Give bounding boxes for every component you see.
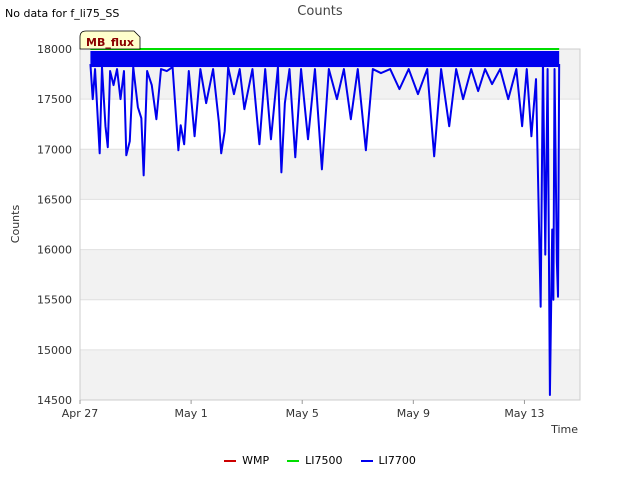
series-band-li7700 xyxy=(90,51,560,68)
background-band xyxy=(80,149,580,200)
legend-label: WMP xyxy=(242,454,270,467)
series-line-li7700 xyxy=(89,58,561,396)
x-tick-labels: Apr 27 May 1 May 5 May 9 May 13 xyxy=(62,400,545,420)
legend-label: LI7700 xyxy=(378,454,416,467)
y-tick-label: 16500 xyxy=(37,193,72,206)
legend-item-li7500: LI7500 xyxy=(287,454,343,467)
y-tick-label: 16000 xyxy=(37,244,72,257)
x-tick-label: Apr 27 xyxy=(62,407,99,420)
legend-swatch xyxy=(360,459,373,462)
y-axis-label: Counts xyxy=(9,205,22,244)
x-tick-label: May 9 xyxy=(397,407,430,420)
annotation-label: MB_flux xyxy=(86,36,134,49)
y-tick-label: 15000 xyxy=(37,344,72,357)
legend-swatch xyxy=(224,459,237,462)
x-axis-label: Time xyxy=(550,423,578,436)
legend-item-wmp: WMP xyxy=(224,454,269,467)
x-tick-label: May 5 xyxy=(286,407,319,420)
annotation-mb-flux: MB_flux xyxy=(79,30,141,50)
background-band xyxy=(80,249,580,300)
legend-label: LI7500 xyxy=(305,454,343,467)
legend: WMP LI7500 LI7700 xyxy=(0,454,640,467)
counts-chart: 14500 15000 15500 16000 16500 17000 17500 18000… xyxy=(9,30,581,436)
y-tick-labels: 14500 15000 15500 16000 16500 17000 17500 18000 xyxy=(37,43,72,407)
legend-swatch xyxy=(287,459,300,462)
y-tick-label: 17500 xyxy=(37,93,72,106)
x-tick-label: May 1 xyxy=(174,407,207,420)
series-layer xyxy=(89,48,561,396)
y-tick-label: 14500 xyxy=(37,394,72,407)
background-band xyxy=(80,349,580,400)
legend-item-li7700: LI7700 xyxy=(360,454,416,467)
y-tick-label: 18000 xyxy=(37,43,72,56)
y-tick-label: 17000 xyxy=(37,143,72,156)
y-tick-label: 15500 xyxy=(37,294,72,307)
x-tick-label: May 13 xyxy=(504,407,544,420)
